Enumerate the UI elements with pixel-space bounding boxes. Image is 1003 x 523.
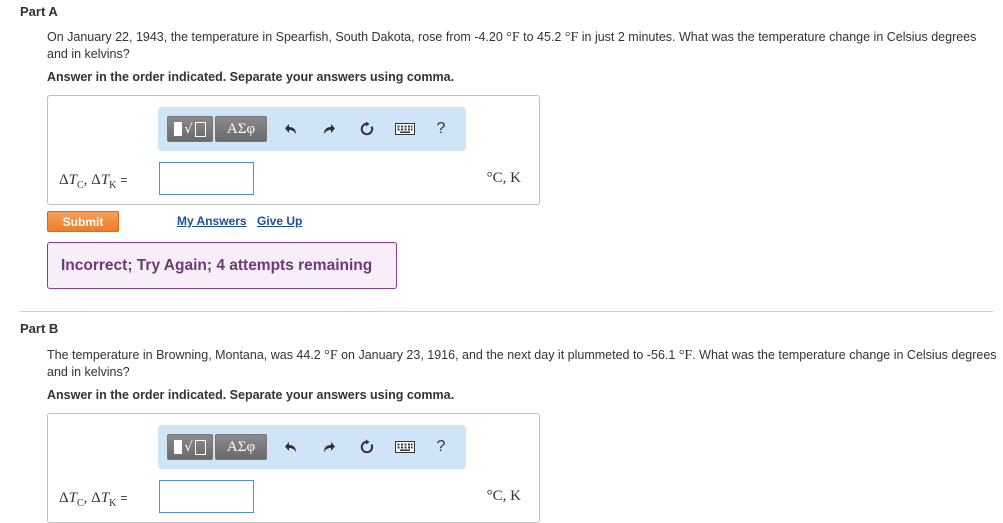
math-toolbar: √ ΑΣφ ? bbox=[158, 425, 466, 469]
greek-symbols-button[interactable]: ΑΣφ bbox=[215, 116, 267, 142]
part-a-question: On January 22, 1943, the temperature in … bbox=[47, 30, 977, 61]
answer-input[interactable] bbox=[159, 480, 254, 513]
help-icon[interactable]: ? bbox=[430, 117, 452, 141]
math-toolbar: √ ΑΣφ ? bbox=[158, 107, 466, 151]
square-box-icon bbox=[194, 121, 206, 137]
units-label: °C, K bbox=[486, 488, 521, 504]
variable-label: ΔTC, ΔTK = bbox=[59, 172, 128, 191]
radical-icon: √ bbox=[184, 439, 193, 455]
templates-button[interactable]: √ bbox=[167, 434, 213, 460]
my-answers-link[interactable]: My Answers bbox=[177, 214, 247, 228]
redo-icon[interactable] bbox=[318, 435, 340, 459]
part-b-question: The temperature in Browning, Montana, wa… bbox=[47, 348, 997, 379]
part-a-answer-box: √ ΑΣφ ? ΔTC, ΔTK = °C, K bbox=[47, 95, 540, 205]
undo-icon[interactable] bbox=[280, 117, 302, 141]
part-a-title: Part A bbox=[20, 4, 58, 19]
radical-icon: √ bbox=[184, 121, 193, 137]
part-b-title: Part B bbox=[20, 321, 59, 336]
part-b-instruction: Answer in the order indicated. Separate … bbox=[47, 388, 455, 402]
part-a-instruction: Answer in the order indicated. Separate … bbox=[47, 70, 455, 84]
square-box-icon bbox=[194, 439, 206, 455]
feedback-message: Incorrect; Try Again; 4 attempts remaini… bbox=[47, 242, 397, 289]
fahrenheit-unit: °F bbox=[324, 348, 338, 363]
reset-icon[interactable] bbox=[356, 117, 378, 141]
variable-label: ΔTC, ΔTK = bbox=[59, 490, 128, 509]
fahrenheit-unit: °F bbox=[678, 348, 693, 363]
part-b-answer-box: √ ΑΣφ ? ΔTC, ΔTK = °C, K bbox=[47, 413, 540, 523]
reset-icon[interactable] bbox=[356, 435, 378, 459]
give-up-link[interactable]: Give Up bbox=[257, 214, 302, 228]
units-label: °C, K bbox=[486, 170, 521, 186]
redo-icon[interactable] bbox=[318, 117, 340, 141]
block-icon bbox=[174, 122, 183, 136]
block-icon bbox=[174, 440, 183, 454]
help-icon[interactable]: ? bbox=[430, 435, 452, 459]
submit-button[interactable]: Submit bbox=[47, 211, 119, 232]
fahrenheit-unit: °F bbox=[564, 30, 579, 45]
part-divider bbox=[20, 311, 993, 312]
templates-button[interactable]: √ bbox=[167, 116, 213, 142]
keyboard-icon[interactable] bbox=[394, 117, 416, 141]
undo-icon[interactable] bbox=[280, 435, 302, 459]
keyboard-icon[interactable] bbox=[394, 435, 416, 459]
fahrenheit-unit: °F bbox=[506, 30, 520, 45]
answer-input[interactable] bbox=[159, 162, 254, 195]
greek-symbols-button[interactable]: ΑΣφ bbox=[215, 434, 267, 460]
